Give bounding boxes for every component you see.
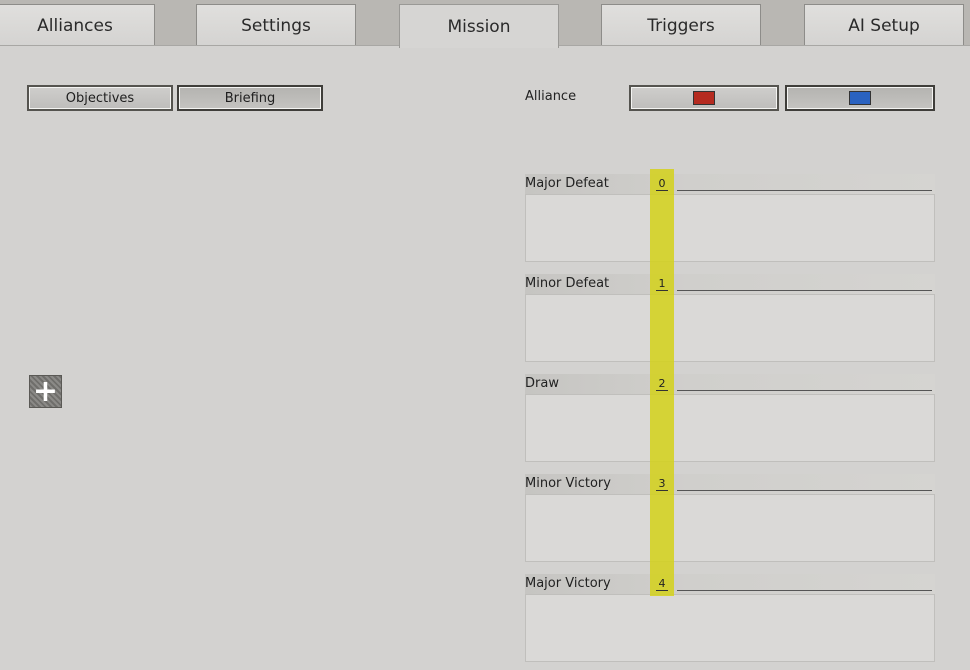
outcome-title-field[interactable]: [677, 290, 932, 291]
outcome-index: 0: [656, 177, 668, 191]
outcome-name: Major Defeat: [525, 176, 609, 191]
objectives-button[interactable]: Objectives: [27, 85, 173, 111]
tab-settings[interactable]: Settings: [196, 4, 356, 46]
outcome-index: 4: [656, 577, 668, 591]
outcome-index: 1: [656, 277, 668, 291]
alliance-red-button[interactable]: [629, 85, 779, 111]
tab-mission[interactable]: Mission: [399, 4, 559, 48]
outcome-text-area[interactable]: [525, 594, 935, 662]
outcome-minor-defeat: Minor Defeat 1: [525, 274, 935, 362]
outcome-text-area[interactable]: [525, 394, 935, 462]
outcome-name: Minor Defeat: [525, 276, 610, 291]
outcome-major-victory: Major Victory 4: [525, 574, 935, 662]
outcome-title-field[interactable]: [677, 390, 932, 391]
tab-alliances[interactable]: Alliances: [0, 4, 155, 46]
outcome-text-area[interactable]: [525, 494, 935, 562]
red-swatch: [693, 91, 715, 105]
outcome-index: 3: [656, 477, 668, 491]
mission-panel: Objectives Briefing Alliance + Major Def…: [0, 45, 970, 670]
blue-swatch: [849, 91, 871, 105]
outcome-text-area[interactable]: [525, 194, 935, 262]
outcome-major-defeat: Major Defeat 0: [525, 174, 935, 262]
tab-ai-setup[interactable]: AI Setup: [804, 4, 964, 46]
outcome-text-area[interactable]: [525, 294, 935, 362]
outcome-index: 2: [656, 377, 668, 391]
alliance-label: Alliance: [525, 89, 577, 104]
outcome-draw: Draw 2: [525, 374, 935, 462]
alliance-blue-button[interactable]: [785, 85, 935, 111]
briefing-button[interactable]: Briefing: [177, 85, 323, 111]
outcome-name: Minor Victory: [525, 476, 611, 491]
outcome-name: Major Victory: [525, 576, 611, 591]
outcome-title-field[interactable]: [677, 490, 932, 491]
outcome-name: Draw: [525, 376, 559, 391]
outcome-header: [525, 374, 935, 394]
tab-triggers[interactable]: Triggers: [601, 4, 761, 46]
add-icon[interactable]: +: [29, 375, 62, 408]
outcome-title-field[interactable]: [677, 590, 932, 591]
outcome-minor-victory: Minor Victory 3: [525, 474, 935, 562]
outcome-title-field[interactable]: [677, 190, 932, 191]
